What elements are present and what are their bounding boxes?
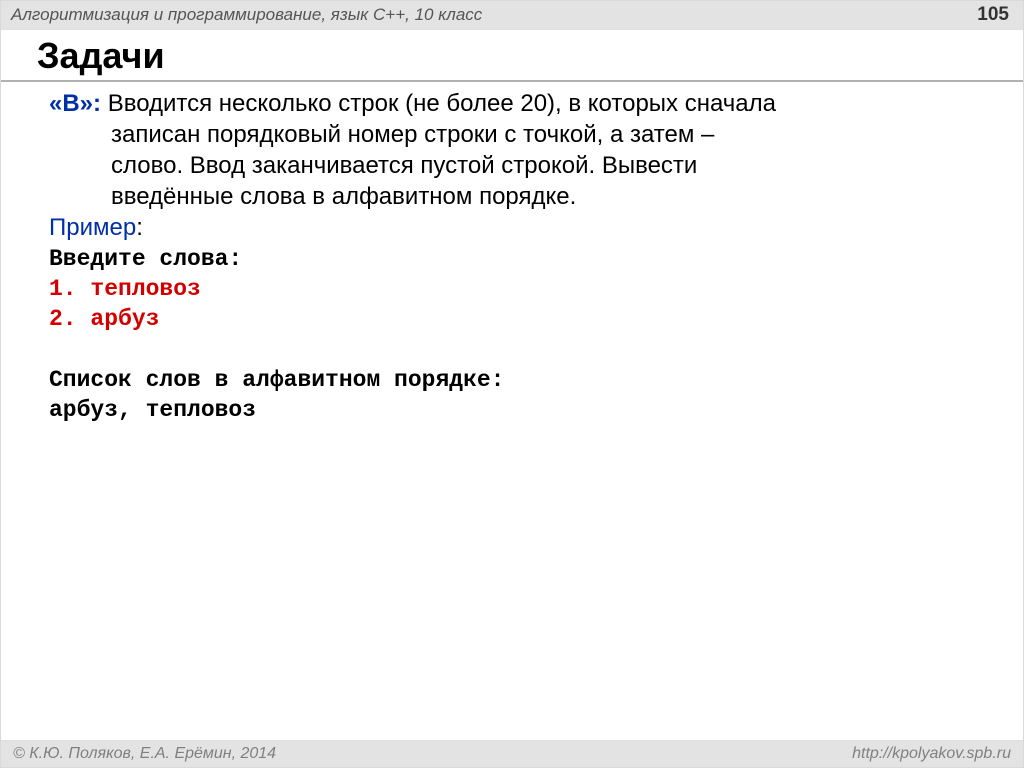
task-text-line4: введённые слова в алфавитном порядке. (49, 181, 983, 212)
footer-url: http://kpolyakov.spb.ru (852, 745, 1011, 763)
task-label: «B»: (49, 90, 101, 117)
slide: Алгоритмизация и программирование, язык … (0, 0, 1024, 768)
example-block: Пример: (49, 212, 983, 243)
example-colon: : (136, 214, 143, 241)
footer-bar: © К.Ю. Поляков, Е.А. Ерёмин, 2014 http:/… (1, 740, 1023, 767)
page-title: Задачи (37, 35, 165, 76)
footer-copyright: © К.Ю. Поляков, Е.А. Ерёмин, 2014 (13, 745, 276, 763)
title-block: Задачи (1, 30, 1023, 82)
page-number: 105 (977, 4, 1009, 26)
io-input-1: 1. тепловоз (49, 274, 983, 304)
io-prompt: Введите слова: (49, 244, 983, 274)
io-blank (49, 335, 983, 365)
example-io: Введите слова: 1. тепловоз 2. арбуз Спис… (49, 244, 983, 426)
io-input-2: 2. арбуз (49, 304, 983, 334)
example-label: Пример (49, 214, 136, 241)
header-title: Алгоритмизация и программирование, язык … (11, 5, 482, 25)
task-text-line1: Вводится несколько строк (не более 20), … (101, 90, 776, 117)
task-block: «B»: Вводится несколько строк (не более … (49, 88, 983, 213)
io-output-label: Список слов в алфавитном порядке: (49, 365, 983, 395)
header-bar: Алгоритмизация и программирование, язык … (1, 1, 1023, 30)
task-text-line2: записан порядковый номер строки с точкой… (49, 119, 983, 150)
content: «B»: Вводится несколько строк (не более … (1, 82, 1023, 426)
task-text-line3: слово. Ввод заканчивается пустой строкой… (49, 150, 983, 181)
io-output-values: арбуз, тепловоз (49, 395, 983, 425)
